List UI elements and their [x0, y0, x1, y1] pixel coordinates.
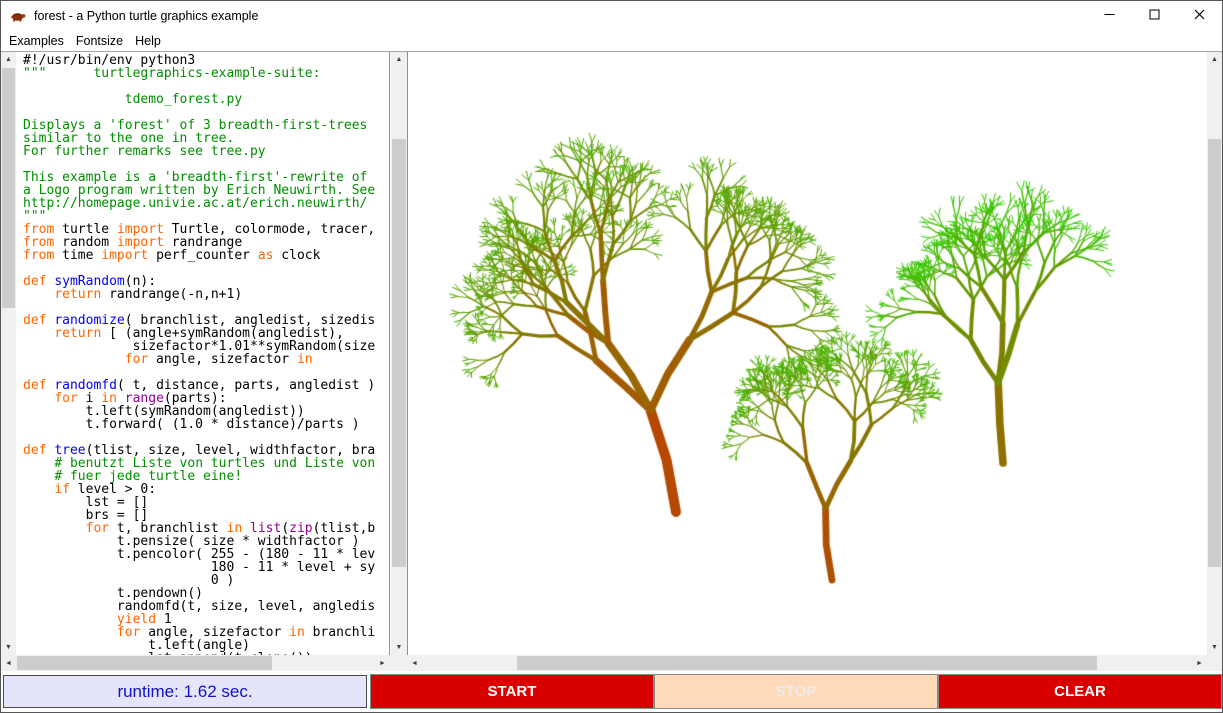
code-vertical-scrollbar[interactable]: ▲ ▼ [1, 52, 16, 655]
window-controls [1087, 1, 1222, 31]
scrollbar-corner [1207, 655, 1222, 671]
scroll-up-icon[interactable]: ▲ [1207, 52, 1222, 67]
stop-button[interactable]: STOP [654, 674, 938, 709]
canvas-hscroll-thumb[interactable] [517, 656, 1097, 670]
code-panel: #!/usr/bin/env python3""" turtlegraphics… [16, 52, 390, 655]
minimize-icon [1104, 7, 1115, 25]
scrollbar-row: ◄ ► ◄ ► [1, 655, 1222, 671]
scrollbar-gap [390, 655, 407, 671]
scroll-down-icon[interactable]: ▼ [1207, 640, 1222, 655]
canvas-vscroll-thumb[interactable] [1208, 139, 1221, 567]
graphics-panel [407, 52, 1207, 655]
code-text: #!/usr/bin/env python3""" turtlegraphics… [23, 54, 389, 655]
title-bar: forest - a Python turtle graphics exampl… [1, 1, 1222, 31]
code-horizontal-scrollbar[interactable]: ◄ ► [1, 655, 390, 671]
canvas-horizontal-scrollbar[interactable]: ◄ ► [407, 655, 1207, 671]
close-button[interactable] [1177, 1, 1222, 31]
start-button[interactable]: START [370, 674, 654, 709]
turtle-canvas [408, 52, 1208, 655]
canvas-vertical-scrollbar[interactable]: ▲ ▼ [1207, 52, 1222, 655]
scroll-down-icon[interactable]: ▼ [391, 640, 407, 655]
turtle-app-icon [10, 8, 26, 24]
window-title: forest - a Python turtle graphics exampl… [34, 9, 258, 23]
menu-help[interactable]: Help [129, 32, 167, 50]
maximize-button[interactable] [1132, 1, 1177, 31]
menu-bar: Examples Fontsize Help [1, 31, 1222, 52]
scroll-up-icon[interactable]: ▲ [391, 52, 407, 67]
menu-examples[interactable]: Examples [3, 32, 70, 50]
scroll-right-icon[interactable]: ► [1192, 655, 1207, 671]
app-window: forest - a Python turtle graphics exampl… [0, 0, 1223, 713]
scroll-down-icon[interactable]: ▼ [1, 640, 16, 655]
main-area: ▲ ▼ #!/usr/bin/env python3""" turtlegrap… [1, 52, 1222, 655]
canvas-left-vertical-scrollbar[interactable]: ▲ ▼ [391, 52, 407, 655]
menu-fontsize[interactable]: Fontsize [70, 32, 129, 50]
scroll-left-icon[interactable]: ◄ [1, 655, 16, 671]
close-icon [1194, 7, 1205, 25]
status-bar: runtime: 1.62 sec. START STOP CLEAR [1, 671, 1222, 712]
code-vscroll-thumb[interactable] [2, 68, 15, 308]
scroll-left-icon[interactable]: ◄ [407, 655, 422, 671]
minimize-button[interactable] [1087, 1, 1132, 31]
canvas-left-vscroll-thumb[interactable] [392, 139, 406, 567]
code-hscroll-thumb[interactable] [17, 656, 272, 670]
clear-button[interactable]: CLEAR [938, 674, 1222, 709]
maximize-icon [1149, 7, 1160, 25]
runtime-label: runtime: 1.62 sec. [3, 675, 367, 708]
scroll-up-icon[interactable]: ▲ [1, 52, 16, 67]
scroll-right-icon[interactable]: ► [375, 655, 390, 671]
